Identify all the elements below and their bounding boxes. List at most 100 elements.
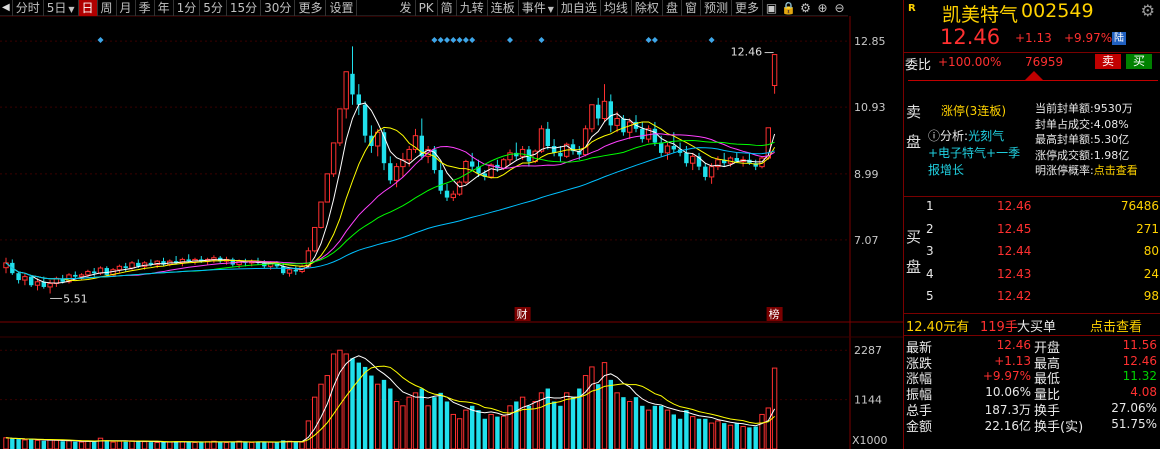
bid-row[interactable]: 2 12.45 271	[904, 222, 1160, 240]
event-diamond-icon	[708, 37, 715, 43]
period-tab[interactable]: 周	[98, 0, 117, 16]
candle-body	[501, 159, 507, 169]
volume-bar	[179, 441, 186, 449]
sell-side-char: 盘	[906, 133, 922, 151]
lock-icon[interactable]: 🔒	[780, 0, 797, 16]
zoom-in-icon[interactable]: ⊕	[814, 0, 831, 16]
volume-bar	[482, 418, 487, 449]
event-diamond-icon	[469, 37, 476, 43]
period-tab[interactable]: 年	[155, 0, 174, 16]
period-tab[interactable]: 更多	[295, 0, 327, 16]
stat-value: 11.32	[1122, 369, 1157, 384]
candle-body	[186, 259, 191, 262]
volume-bar	[495, 416, 500, 449]
price-tick-label: 10.93	[854, 101, 886, 114]
volume-tick-label: 1144	[854, 394, 882, 407]
settings-gear-icon[interactable]: ⚙	[797, 0, 814, 16]
candle-body	[519, 148, 526, 157]
candle-body	[281, 266, 286, 274]
function-tab[interactable]: PK	[416, 0, 438, 16]
stock-header: R 凯美特气 002549 ⚙	[904, 0, 1160, 26]
prev-arrow-icon[interactable]: ◀	[0, 0, 13, 16]
bid-qty: 80	[1143, 244, 1159, 259]
function-tab[interactable]: 更多	[732, 0, 763, 16]
finance-badge[interactable]: 财	[517, 307, 528, 321]
volume-bar	[388, 388, 393, 449]
volume-bar	[664, 409, 671, 449]
settings-gear-icon[interactable]: ⚙	[1141, 1, 1155, 20]
stock-tag: 陆	[1112, 32, 1126, 45]
dropdown-icon: ▼	[547, 4, 554, 14]
period-tabs: 分时 5日 ▼ 日周月季年 1分 5分 15分 30分 更多 设置	[13, 0, 358, 16]
function-tab[interactable]: 发	[397, 0, 416, 16]
stat-value: +1.13	[994, 353, 1031, 368]
function-tab[interactable]: 均线	[601, 0, 632, 16]
volume-bar	[627, 400, 633, 449]
bid-row[interactable]: 4 12.43 24	[904, 267, 1160, 285]
period-tab[interactable]: 5分	[200, 0, 227, 16]
volume-bar	[343, 353, 349, 449]
volume-bar	[740, 426, 746, 449]
stock-code: 002549	[1021, 0, 1094, 22]
volume-bar	[640, 405, 645, 449]
bid-row[interactable]: 3 12.44 80	[904, 244, 1160, 262]
volume-bar	[659, 405, 664, 449]
collapse-arrow-icon[interactable]	[1025, 71, 1043, 80]
bid-price: 12.46	[997, 199, 1032, 213]
big-order-link[interactable]: 点击查看	[1090, 316, 1142, 335]
volume-bar	[141, 441, 148, 449]
function-tab[interactable]: 加自选	[558, 0, 601, 16]
seal-stat-value[interactable]: 点击查看	[1094, 164, 1138, 177]
period-tab[interactable]: 5日 ▼	[44, 0, 79, 16]
event-diamond-icon	[462, 37, 469, 43]
function-tab[interactable]: 盘	[663, 0, 682, 16]
volume-bar	[10, 438, 15, 449]
seal-stat-row: 当前封单额:9530万	[1035, 101, 1159, 117]
volume-bar	[432, 397, 437, 449]
period-tab[interactable]: 1分	[174, 0, 201, 16]
volume-bar	[204, 441, 211, 449]
rank-badge[interactable]: 榜	[769, 307, 780, 321]
period-tab[interactable]: 分时	[13, 0, 44, 16]
volume-bar	[129, 440, 135, 449]
volume-bar	[356, 362, 361, 449]
function-tab[interactable]: 除权	[632, 0, 663, 16]
sell-button[interactable]: 卖	[1095, 54, 1121, 69]
candle-body	[324, 173, 331, 203]
function-tab[interactable]: 预测	[701, 0, 732, 16]
candle-body	[627, 121, 633, 133]
bid-level: 3	[926, 244, 934, 259]
candle-body	[47, 283, 53, 288]
period-tab[interactable]: 日	[78, 0, 98, 16]
period-tab[interactable]: 月	[117, 0, 136, 16]
volume-bar	[677, 418, 683, 449]
bid-row[interactable]: 5 12.42 98	[904, 289, 1160, 307]
buy-button[interactable]: 买	[1126, 54, 1152, 69]
period-tab[interactable]: 15分	[227, 0, 262, 16]
function-tab[interactable]: 连板	[488, 0, 519, 16]
volume-bar	[393, 400, 400, 449]
zoom-out-icon[interactable]: ⊖	[831, 0, 848, 16]
period-tab[interactable]: 设置	[326, 0, 358, 16]
volume-bar	[652, 405, 658, 449]
volume-bar	[765, 407, 771, 449]
volume-bar	[501, 415, 507, 449]
period-tab[interactable]: 30分	[261, 0, 296, 16]
bid-row[interactable]: 1 12.46 76486	[904, 199, 1160, 217]
stat-value: 27.06%	[1111, 400, 1157, 415]
function-tab[interactable]: 事件 ▼	[519, 0, 558, 16]
period-tab[interactable]: 季	[136, 0, 155, 16]
seal-stat-label: 涨停成交额:	[1035, 148, 1094, 162]
chart-grid	[0, 16, 903, 449]
function-tab[interactable]: 简	[438, 0, 457, 16]
function-tab[interactable]: 窗	[682, 0, 701, 16]
volume-bar	[330, 353, 337, 449]
volume-bar	[412, 392, 419, 449]
volume-bar	[29, 439, 34, 449]
function-tab[interactable]: 九转	[457, 0, 488, 16]
candle-body	[129, 262, 135, 269]
high-price-label: 12.46	[731, 46, 763, 59]
camera-icon[interactable]: ▣	[763, 0, 780, 16]
kline-chart[interactable]: 12.85 10.93 8.99 7.07 2287 1144 X1000 12.46 5.51…	[0, 16, 903, 449]
volume-bar	[558, 405, 563, 449]
